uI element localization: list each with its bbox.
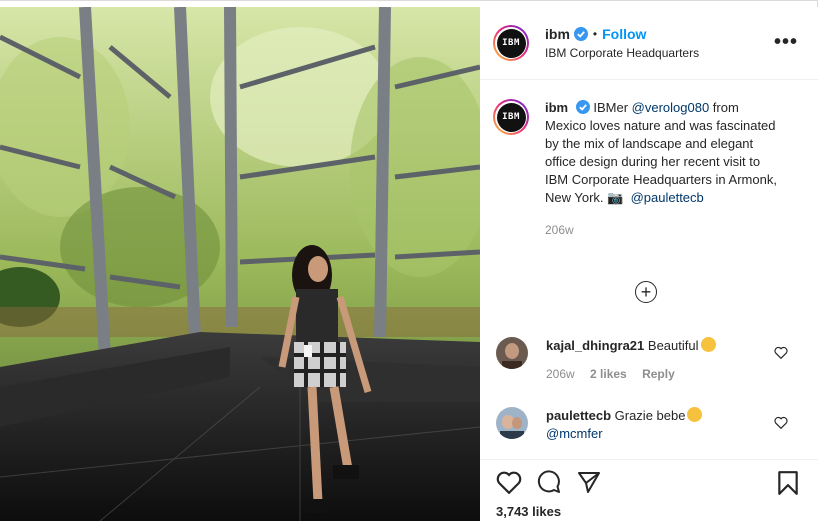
comment-text: Grazie bebe	[614, 408, 686, 423]
comment-mention-link[interactable]: @mcmfer	[546, 426, 603, 441]
post-photo[interactable]	[0, 7, 480, 521]
like-comment-heart-icon[interactable]	[774, 416, 788, 429]
header-divider	[480, 79, 818, 80]
more-options-icon[interactable]: •••	[774, 31, 798, 54]
commenter-avatar[interactable]	[496, 337, 528, 369]
actions-divider	[480, 459, 818, 460]
caption-avatar[interactable]: IBM	[493, 99, 529, 135]
comment-bubble-icon[interactable]	[536, 470, 562, 494]
caption-timestamp[interactable]: 206w	[545, 221, 780, 239]
camera-icon: 📷	[607, 190, 624, 205]
comment-likes-link[interactable]: 2 likes	[590, 367, 627, 381]
comment-text: Beautiful	[647, 338, 699, 353]
likes-count[interactable]: 3,743 likes	[496, 504, 561, 519]
comment-item: kajal_dhingra21 Beautiful 206w 2 likes R…	[496, 337, 776, 383]
ibm-logo: IBM	[502, 38, 520, 48]
caption-text-1: IBMer	[589, 100, 632, 115]
smiling-face-icon	[700, 337, 716, 352]
comment-username[interactable]: paulettecb	[546, 408, 611, 423]
follow-button[interactable]: Follow	[602, 26, 646, 42]
post-sidebar: IBM ibm • Follow IBM Corporate Headquart…	[480, 7, 818, 521]
post-caption: IBM ibm IBMer @verolog080 from Mexico lo…	[493, 99, 780, 239]
save-bookmark-icon[interactable]	[776, 470, 800, 496]
like-heart-icon[interactable]	[496, 470, 522, 494]
post-username[interactable]: ibm	[545, 26, 570, 42]
comment-username[interactable]: kajal_dhingra21	[546, 338, 644, 353]
instagram-post-frame: IBM ibm • Follow IBM Corporate Headquart…	[0, 0, 818, 521]
comment-item: paulettecb Grazie bebe @mcmfer	[496, 407, 776, 443]
load-more-comments-button[interactable]: +	[635, 281, 657, 303]
ibm-logo: IBM	[502, 112, 520, 122]
post-photo-image	[0, 7, 480, 521]
comment-timestamp[interactable]: 206w	[546, 367, 575, 381]
ibm-avatar[interactable]: IBM	[493, 25, 529, 61]
verified-badge-icon	[573, 27, 588, 41]
post-actions	[496, 470, 602, 494]
post-header: IBM ibm • Follow IBM Corporate Headquart…	[493, 25, 699, 61]
post-location[interactable]: IBM Corporate Headquarters	[545, 46, 699, 60]
verified-badge-icon	[575, 100, 590, 114]
kissing-face-icon	[687, 407, 703, 422]
like-comment-heart-icon[interactable]	[774, 346, 788, 359]
caption-username[interactable]: ibm	[545, 100, 568, 115]
commenter-avatar[interactable]	[496, 407, 528, 439]
share-send-icon[interactable]	[576, 470, 602, 494]
reply-button[interactable]: Reply	[642, 367, 675, 381]
mention-link[interactable]: @verolog080	[632, 100, 710, 115]
photographer-mention-link[interactable]: @paulettecb	[631, 190, 704, 205]
separator-dot: •	[592, 27, 598, 41]
